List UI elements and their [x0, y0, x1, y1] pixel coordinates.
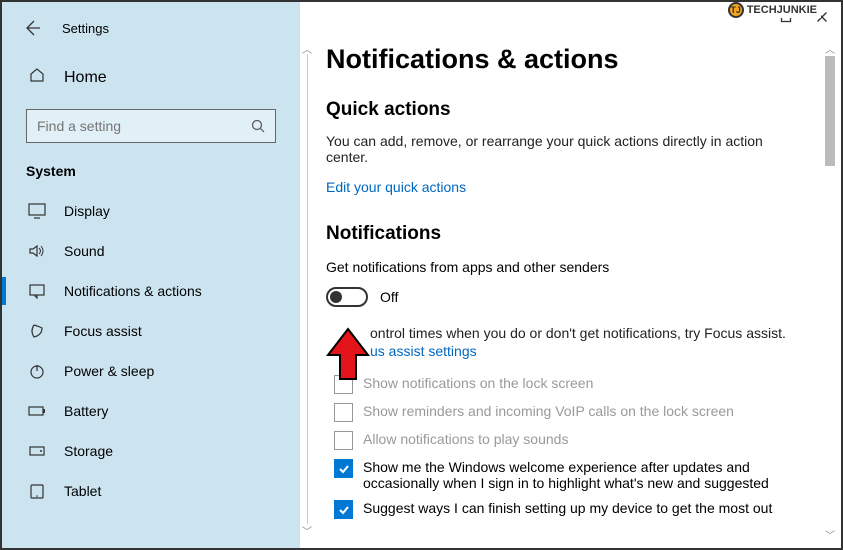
nav-label: Sound [64, 243, 104, 259]
checkbox-label: Show notifications on the lock screen [363, 375, 593, 391]
sidebar-item-display[interactable]: Display [2, 191, 300, 231]
checkbox-sounds: Allow notifications to play sounds [334, 431, 794, 450]
system-heading: System [2, 157, 300, 191]
nav-label: Storage [64, 443, 113, 459]
sidebar-home[interactable]: Home [2, 56, 300, 99]
nav-label: Battery [64, 403, 108, 419]
checkbox-icon [334, 459, 353, 478]
search-box[interactable] [26, 109, 276, 143]
sidebar-item-focus-assist[interactable]: Focus assist [2, 311, 300, 351]
notifications-toggle[interactable] [326, 287, 368, 307]
checkbox-icon [334, 500, 353, 519]
checkbox-label: Show reminders and incoming VoIP calls o… [363, 403, 734, 419]
power-icon [28, 363, 46, 379]
display-icon [28, 203, 46, 219]
scroll-up-icon[interactable]: ︿ [824, 42, 836, 54]
nav-label: Notifications & actions [64, 283, 202, 299]
edit-quick-actions-link[interactable]: Edit your quick actions [326, 179, 466, 195]
sidebar-item-storage[interactable]: Storage [2, 431, 300, 471]
quick-actions-desc: You can add, remove, or rearrange your q… [326, 133, 766, 165]
sidebar-item-notifications[interactable]: Notifications & actions [2, 271, 300, 311]
sound-icon [28, 243, 46, 259]
watermark-icon: TJ [728, 2, 744, 18]
checkbox-icon [334, 375, 353, 394]
focus-assist-icon [28, 323, 46, 339]
watermark-text: TECHJUNKIE [747, 4, 817, 16]
checkbox-lock-screen: Show notifications on the lock screen [334, 375, 794, 394]
nav-label: Tablet [64, 483, 101, 499]
checkbox-icon [334, 431, 353, 450]
checkbox-voip: Show reminders and incoming VoIP calls o… [334, 403, 794, 422]
page-title: Notifications & actions [326, 44, 801, 75]
scroll-down-icon[interactable]: ﹀ [824, 528, 836, 540]
checkbox-label: Suggest ways I can finish setting up my … [363, 500, 772, 516]
notifications-desc: Get notifications from apps and other se… [326, 259, 801, 275]
checkbox-label: Show me the Windows welcome experience a… [363, 459, 794, 491]
toggle-state-label: Off [380, 289, 398, 305]
scrollbar-thumb[interactable] [825, 56, 835, 166]
content-area: Notifications & actions Quick actions Yo… [300, 2, 841, 548]
content-scrollbar[interactable]: ︿ ﹀ [823, 42, 837, 540]
checkbox-label: Allow notifications to play sounds [363, 431, 568, 447]
focus-assist-link[interactable]: us assist settings [370, 343, 477, 359]
notifications-heading: Notifications [326, 223, 801, 245]
storage-icon [28, 443, 46, 459]
tablet-icon [28, 483, 46, 499]
sidebar-item-battery[interactable]: Battery [2, 391, 300, 431]
settings-title: Settings [62, 21, 109, 36]
search-icon [251, 119, 265, 133]
checkbox-icon [334, 403, 353, 422]
sidebar-item-tablet[interactable]: Tablet [2, 471, 300, 511]
back-button[interactable] [22, 18, 42, 38]
nav-label: Display [64, 203, 110, 219]
home-label: Home [64, 69, 107, 87]
nav-label: Power & sleep [64, 363, 154, 379]
watermark-badge: TJ TECHJUNKIE [724, 2, 821, 18]
focus-assist-text: ontrol times when you do or don't get no… [370, 325, 801, 341]
sidebar: Settings Home System Display Sound Notif… [2, 2, 300, 548]
sidebar-item-sound[interactable]: Sound [2, 231, 300, 271]
quick-actions-heading: Quick actions [326, 99, 801, 121]
nav-label: Focus assist [64, 323, 142, 339]
battery-icon [28, 403, 46, 419]
notifications-icon [28, 283, 46, 299]
home-icon [28, 66, 46, 89]
search-input[interactable] [37, 118, 251, 134]
sidebar-item-power-sleep[interactable]: Power & sleep [2, 351, 300, 391]
checkbox-welcome-experience[interactable]: Show me the Windows welcome experience a… [334, 459, 794, 491]
checkbox-suggest-setup[interactable]: Suggest ways I can finish setting up my … [334, 500, 794, 519]
